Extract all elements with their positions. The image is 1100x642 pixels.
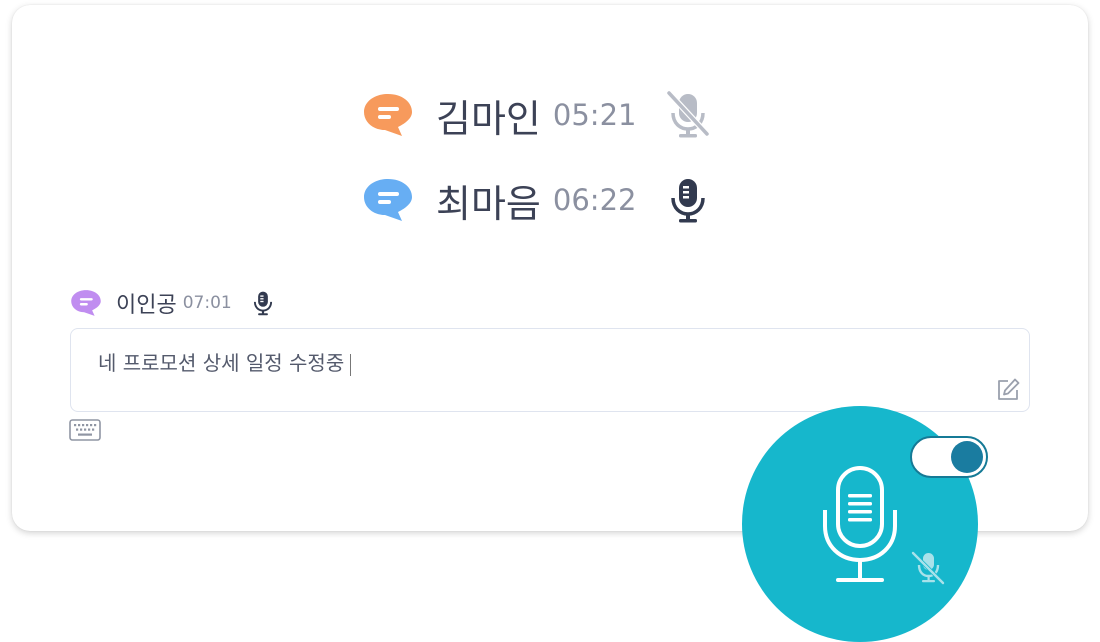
mic-muted-icon[interactable]: [664, 91, 712, 139]
transcript-value: 네 프로모션 상세 일정 수정중: [98, 351, 345, 375]
speaker-row: 김마인 05:21: [362, 85, 712, 145]
mic-active-icon[interactable]: [250, 288, 276, 318]
transcript-input[interactable]: 네 프로모션 상세 일정 수정중: [70, 328, 1030, 412]
edit-icon[interactable]: [995, 377, 1021, 403]
chat-bubble-icon: [364, 94, 412, 136]
toggle-knob[interactable]: [951, 441, 983, 473]
current-speaker-row: 이인공 07:01: [70, 283, 276, 323]
transcript-text[interactable]: 네 프로모션 상세 일정 수정중: [98, 347, 352, 376]
mic-active-icon[interactable]: [664, 176, 712, 224]
text-caret: [350, 353, 352, 376]
mic-muted-icon[interactable]: [908, 550, 950, 586]
microphone-icon: [823, 466, 897, 582]
chat-bubble-icon: [364, 179, 412, 221]
speaker-time: 07:01: [182, 293, 232, 313]
speaker-time: 05:21: [552, 98, 637, 132]
speaker-name: 이인공: [116, 293, 177, 318]
speaker-time: 06:22: [552, 183, 637, 217]
chat-bubble-icon: [71, 290, 101, 316]
speaker-name: 최마음: [436, 181, 541, 226]
mic-toggle-switch[interactable]: [910, 436, 988, 478]
speaker-row: 최마음 06:22: [362, 170, 712, 230]
speaker-name: 김마인: [436, 96, 541, 141]
keyboard-icon[interactable]: [69, 419, 101, 441]
